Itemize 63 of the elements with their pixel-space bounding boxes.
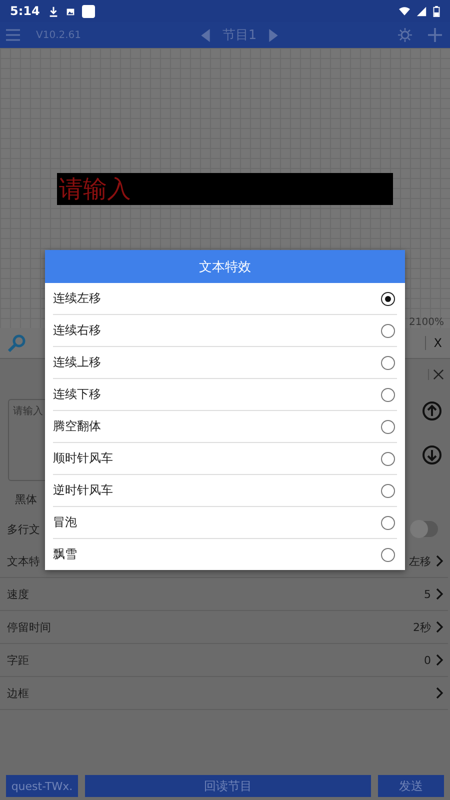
add-icon[interactable] [428, 28, 442, 42]
effect-option[interactable]: 逆时针风车 [53, 475, 397, 507]
led-text: 请输入 [58, 175, 131, 203]
font-label[interactable]: 黑体 [15, 492, 37, 506]
setting-row[interactable]: 速度 5 [0, 578, 448, 611]
setting-row[interactable]: 边框 [0, 677, 448, 710]
effect-option[interactable]: 连续左移 [53, 283, 397, 315]
setting-label: 停留时间 [7, 620, 51, 634]
radio-button[interactable] [381, 548, 395, 562]
radio-button[interactable] [381, 292, 395, 306]
effect-option[interactable]: 连续上移 [53, 347, 397, 379]
setting-label: 字距 [7, 652, 29, 668]
up-circle-icon[interactable] [422, 401, 442, 421]
setting-value: 2秒 [413, 620, 431, 634]
setting-value: 0 [424, 654, 431, 666]
setting-row[interactable]: 字距 0 [0, 644, 448, 677]
wifi-icon [399, 6, 410, 16]
setting-row[interactable]: 停留时间 2秒 [0, 611, 448, 644]
close-label[interactable]: X [424, 336, 442, 350]
menu-icon[interactable] [6, 28, 20, 42]
battery-icon [433, 6, 440, 16]
square-icon [82, 4, 95, 18]
settings-icon[interactable] [398, 28, 412, 42]
setting-value: 5 [424, 588, 431, 600]
radio-button[interactable] [381, 356, 395, 370]
zoom-label: 2100% [409, 317, 444, 328]
multiline-toggle[interactable] [410, 521, 438, 537]
down-circle-icon[interactable] [422, 445, 442, 465]
radio-button[interactable] [381, 388, 395, 402]
bottom-button[interactable]: 回读节目 [85, 775, 371, 797]
download-icon [48, 6, 59, 16]
previous-icon[interactable] [201, 28, 210, 42]
effect-option[interactable]: 连续下移 [53, 379, 397, 411]
led-text-block[interactable]: 请输入 [57, 173, 393, 205]
chevron-icon [436, 687, 444, 699]
setting-value: 左移 [409, 554, 431, 568]
effect-option[interactable]: 连续右移 [53, 315, 397, 347]
chevron-icon [436, 654, 444, 666]
setting-label: 边框 [7, 686, 29, 700]
status-time: 5:14 [10, 4, 40, 18]
bottom-button[interactable]: quest-TWx. [6, 775, 78, 797]
close-icon[interactable] [428, 368, 444, 380]
effect-option[interactable]: 飘雪 [53, 539, 397, 570]
next-icon[interactable] [268, 28, 278, 42]
radio-button[interactable] [381, 516, 395, 530]
program-title: 节目1 [222, 27, 257, 44]
chevron-icon [436, 555, 444, 567]
bottom-button[interactable]: 发送 [378, 775, 444, 797]
setting-label: 速度 [7, 586, 29, 602]
dialog-title: 文本特效 [45, 250, 405, 283]
radio-button[interactable] [381, 484, 395, 498]
chevron-icon [436, 621, 444, 633]
effect-option[interactable]: 顺时针风车 [53, 443, 397, 475]
setting-label: 文本特 [7, 554, 40, 568]
radio-button[interactable] [381, 452, 395, 466]
multiline-label: 多行文 [7, 522, 40, 536]
version-label: V10.2.61 [36, 30, 82, 40]
effect-option[interactable]: 冒泡 [53, 507, 397, 539]
radio-button[interactable] [381, 324, 395, 338]
chevron-icon [436, 588, 444, 600]
radio-button[interactable] [381, 420, 395, 434]
signal-icon [416, 6, 427, 16]
effect-option[interactable]: 腾空翻体 [53, 411, 397, 443]
